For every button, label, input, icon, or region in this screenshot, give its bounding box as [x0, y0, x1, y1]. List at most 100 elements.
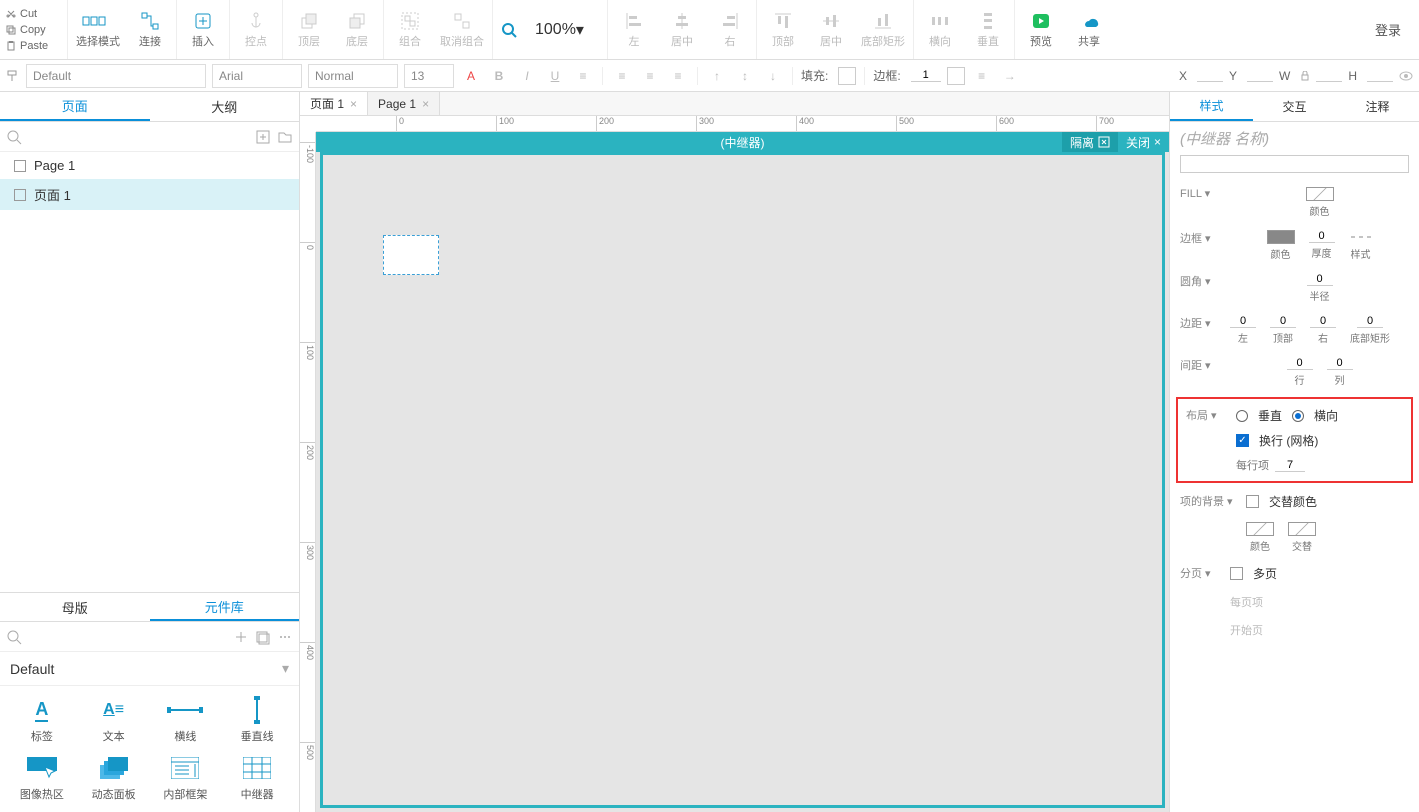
connect-button[interactable]: 连接	[132, 11, 168, 49]
page-item[interactable]: Page 1	[0, 152, 299, 179]
size-select[interactable]: 13	[404, 64, 454, 88]
col-gap-input[interactable]	[1327, 357, 1353, 370]
preview-button[interactable]: 预览	[1023, 11, 1059, 49]
line-style-icon[interactable]: ≡	[971, 65, 993, 87]
tab-interactions[interactable]: 交互	[1253, 92, 1336, 121]
border-swatch[interactable]	[947, 67, 965, 85]
border-color-swatch[interactable]	[1267, 230, 1295, 244]
paging-section[interactable]: 分页 ▾	[1180, 565, 1220, 581]
close-tab-icon[interactable]: ×	[350, 97, 357, 111]
add-page-icon[interactable]	[255, 129, 271, 145]
widget-name-placeholder[interactable]: (中继器 名称)	[1170, 122, 1419, 155]
widget-dynamic-panel[interactable]: 动态面板	[82, 754, 146, 802]
font-select[interactable]: Arial	[212, 64, 302, 88]
widget-hline[interactable]: 横线	[154, 696, 218, 744]
widget-text[interactable]: A≡文本	[82, 696, 146, 744]
align-center-text-icon[interactable]: ≡	[639, 65, 661, 87]
widget-repeater[interactable]: 中继器	[225, 754, 289, 802]
italic-icon[interactable]: I	[516, 65, 538, 87]
paint-format-icon[interactable]	[6, 69, 20, 83]
multi-page-checkbox[interactable]	[1230, 567, 1243, 580]
margin-left-input[interactable]	[1230, 315, 1256, 328]
widget-label[interactable]: A标签	[10, 696, 74, 744]
page-search-input[interactable]	[28, 130, 249, 144]
corner-section[interactable]: 圆角 ▾	[1180, 273, 1220, 289]
more-icon[interactable]	[277, 629, 293, 645]
border-thickness-input[interactable]	[1309, 230, 1335, 243]
item-bg-section[interactable]: 项的背景 ▾	[1180, 493, 1236, 509]
bullets-icon[interactable]: ≡	[572, 65, 594, 87]
isolate-button[interactable]: 隔离	[1062, 132, 1118, 152]
tab-master[interactable]: 母版	[0, 593, 150, 621]
cut-button[interactable]: Cut	[4, 7, 63, 21]
items-per-row-input[interactable]	[1275, 459, 1305, 472]
fill-color-swatch[interactable]	[1306, 187, 1334, 201]
bold-icon[interactable]: B	[488, 65, 510, 87]
border-width-input[interactable]	[911, 69, 941, 82]
align-left-text-icon[interactable]: ≡	[611, 65, 633, 87]
lib-icon[interactable]	[255, 629, 271, 645]
style-preview-box[interactable]	[1180, 155, 1409, 173]
tab-style[interactable]: 样式	[1170, 92, 1253, 121]
margin-top-input[interactable]	[1270, 315, 1296, 328]
valign-bot-icon[interactable]: ↓	[762, 65, 784, 87]
page-item[interactable]: 页面 1	[0, 179, 299, 210]
margin-right-input[interactable]	[1310, 315, 1336, 328]
fill-section[interactable]: FILL ▾	[1180, 187, 1220, 200]
valign-top-icon[interactable]: ↑	[706, 65, 728, 87]
widget-search-input[interactable]	[28, 630, 227, 644]
tab-pages[interactable]: 页面	[0, 92, 150, 121]
select-mode-button[interactable]: 选择模式	[76, 11, 120, 49]
insert-button[interactable]: 插入	[185, 11, 221, 49]
widget-vline[interactable]: 垂直线	[225, 696, 289, 744]
layout-horizontal-radio[interactable]	[1292, 410, 1304, 422]
align-right-text-icon[interactable]: ≡	[667, 65, 689, 87]
wrap-checkbox[interactable]: ✓	[1236, 434, 1249, 447]
row-gap-input[interactable]	[1287, 357, 1313, 370]
widget-iframe[interactable]: 内部框架	[154, 754, 218, 802]
add-folder-icon[interactable]	[277, 129, 293, 145]
tab-notes[interactable]: 注释	[1336, 92, 1419, 121]
tab-widgets[interactable]: 元件库	[150, 593, 300, 621]
lock-icon[interactable]	[1300, 71, 1310, 81]
underline-icon[interactable]: U	[544, 65, 566, 87]
close-tab-icon[interactable]: ×	[422, 97, 429, 111]
repeater-item-shape[interactable]	[383, 235, 439, 275]
share-button[interactable]: 共享	[1071, 11, 1107, 49]
weight-select[interactable]: Normal	[308, 64, 398, 88]
gap-section[interactable]: 间距 ▾	[1180, 357, 1220, 373]
style-select[interactable]: Default	[26, 64, 206, 88]
corner-radius-input[interactable]	[1307, 273, 1333, 286]
add-lib-icon[interactable]	[233, 629, 249, 645]
arrow-style-icon[interactable]: →	[999, 65, 1021, 87]
font-color-icon[interactable]: A	[460, 65, 482, 87]
canvas[interactable]: (中继器) 隔离 关闭×	[316, 132, 1169, 812]
w-input[interactable]	[1316, 69, 1342, 82]
margin-section[interactable]: 边距 ▾	[1180, 315, 1220, 331]
login-link[interactable]: 登录	[1357, 0, 1419, 59]
valign-mid-icon[interactable]: ↕	[734, 65, 756, 87]
margin-bottom-input[interactable]	[1357, 315, 1383, 328]
alt-color-checkbox[interactable]	[1246, 495, 1259, 508]
border-style-icon[interactable]	[1349, 230, 1373, 244]
doc-tab[interactable]: Page 1×	[368, 92, 440, 115]
y-input[interactable]	[1247, 69, 1273, 82]
h-input[interactable]	[1367, 69, 1393, 82]
lib-section-header[interactable]: Default▾	[0, 652, 299, 686]
tab-outline[interactable]: 大纲	[150, 92, 300, 121]
alt-bg-swatch[interactable]	[1288, 522, 1316, 536]
layout-section[interactable]: 布局 ▾	[1186, 407, 1226, 423]
doc-tab[interactable]: 页面 1×	[300, 92, 368, 115]
zoom-select[interactable]: 100% ▾	[529, 18, 599, 42]
x-input[interactable]	[1197, 69, 1223, 82]
paste-button[interactable]: Paste	[4, 39, 63, 53]
layout-vertical-radio[interactable]	[1236, 410, 1248, 422]
visibility-icon[interactable]	[1399, 69, 1413, 83]
align-left-button: 左	[616, 11, 652, 49]
border-section[interactable]: 边框 ▾	[1180, 230, 1220, 246]
close-repeater-button[interactable]: 关闭×	[1118, 132, 1169, 152]
widget-hotspot[interactable]: 图像热区	[10, 754, 74, 802]
fill-swatch[interactable]	[838, 67, 856, 85]
bg-color-swatch[interactable]	[1246, 522, 1274, 536]
copy-button[interactable]: Copy	[4, 23, 63, 37]
